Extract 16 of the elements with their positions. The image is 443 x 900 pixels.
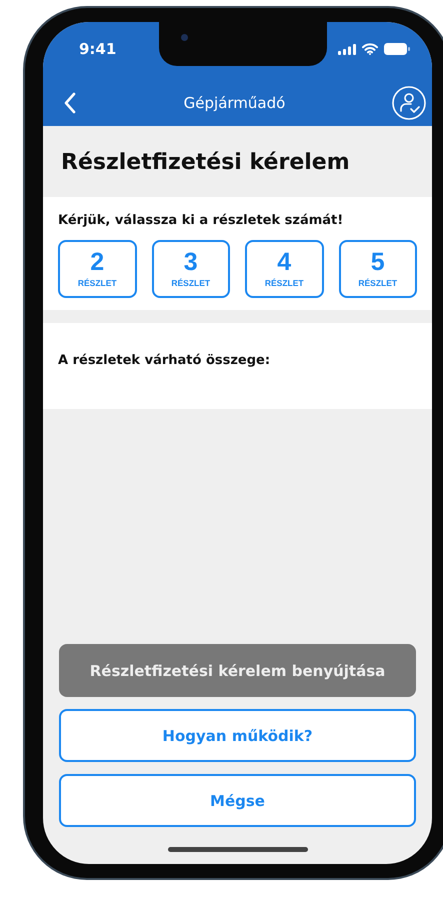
installment-option[interactable]: 2 RÉSZLET bbox=[58, 240, 136, 298]
signal-icon bbox=[338, 44, 356, 54]
wifi-icon bbox=[362, 43, 378, 55]
installment-option[interactable]: 3 RÉSZLET bbox=[152, 240, 230, 298]
action-button[interactable]: Hogyan működik? bbox=[59, 709, 416, 762]
installment-prompt: Kérjük, válassza ki a részletek számát! bbox=[58, 213, 344, 228]
installment-option[interactable]: 4 RÉSZLET bbox=[245, 240, 324, 298]
battery-icon bbox=[384, 43, 410, 55]
amount-label: A részletek várható összege: bbox=[58, 353, 272, 368]
user-check-icon[interactable] bbox=[392, 86, 426, 120]
action-button[interactable]: Mégse bbox=[59, 774, 416, 827]
installment-option[interactable]: 5 RÉSZLET bbox=[338, 240, 417, 298]
status-time: 9:41 bbox=[79, 40, 116, 58]
screen-title: Gépjárműadó bbox=[184, 94, 286, 112]
back-button[interactable] bbox=[63, 92, 77, 114]
page-heading: Részletfizetési kérelem bbox=[60, 149, 351, 177]
